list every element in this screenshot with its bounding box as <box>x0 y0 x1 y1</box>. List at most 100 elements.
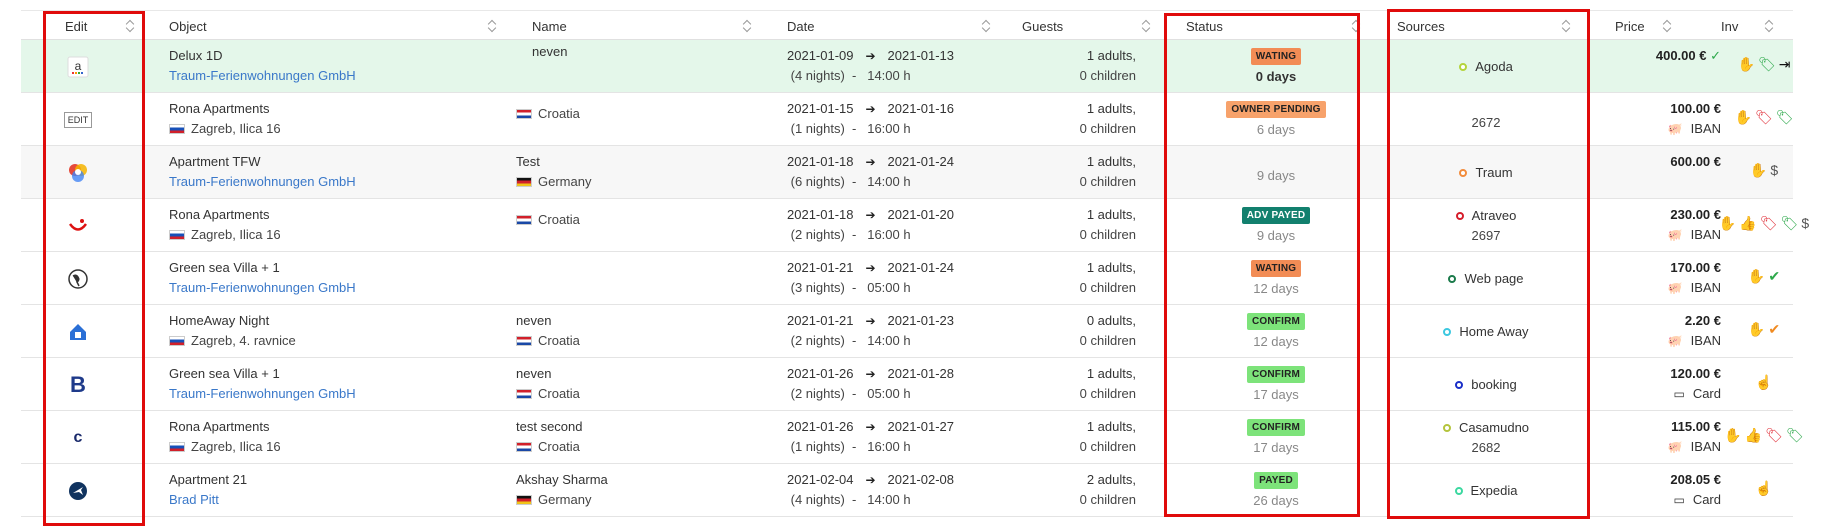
source-label: Web page <box>1464 271 1524 286</box>
object-title[interactable]: Delux 1D <box>169 48 356 63</box>
sort-icon[interactable] <box>1561 19 1571 33</box>
tag-icon[interactable]: 🏷 <box>1765 427 1783 444</box>
hand-icon[interactable]: ✋ <box>1735 109 1752 126</box>
checkin-time: 14:00 h <box>867 333 911 348</box>
hand-icon[interactable]: ✋ <box>1748 321 1765 338</box>
header-date[interactable]: Date <box>787 19 814 34</box>
edit-icon[interactable]: EDIT <box>63 109 93 131</box>
country-label: Croatia <box>538 386 580 401</box>
tag-icon[interactable]: 🏷 <box>1755 109 1773 126</box>
header-sources[interactable]: Sources <box>1397 19 1445 34</box>
amazon-logo-icon[interactable]: a <box>63 56 93 78</box>
table-row[interactable]: EDIT Rona Apartments Zagreb, Ilica 16 Cr… <box>21 93 1794 146</box>
table-row[interactable]: B Green sea Villa + 1 Traum-Ferienwohnun… <box>21 358 1793 411</box>
hand-pointer-icon[interactable]: ☝ <box>1755 480 1772 497</box>
booking-logo-icon[interactable]: B <box>63 372 93 397</box>
owner-link[interactable]: Traum-Ferienwohnungen GmbH <box>169 280 356 295</box>
price-value: 230.00 € <box>1670 207 1721 222</box>
tags-icon[interactable]: 🏷 <box>1781 215 1799 232</box>
object-address: Zagreb, Ilica 16 <box>191 227 281 242</box>
sort-icon[interactable] <box>742 19 752 33</box>
object-title[interactable]: Green sea Villa + 1 <box>169 366 356 381</box>
sign-in-icon[interactable]: ⇥ <box>1779 56 1791 73</box>
owner-link[interactable]: Traum-Ferienwohnungen GmbH <box>169 386 356 401</box>
header-inv[interactable]: Inv <box>1721 19 1738 34</box>
table-row[interactable]: Apartment 21 Brad Pitt Akshay Sharma Ger… <box>21 464 1793 517</box>
checkin-time: 14:00 h <box>867 174 911 189</box>
user-check-icon[interactable]: ✔ <box>1768 268 1780 285</box>
table-row[interactable]: Rona Apartments Zagreb, Ilica 16 Croatia… <box>21 199 1809 252</box>
credit-card-icon: ▭ <box>1673 493 1685 507</box>
tui-logo-icon[interactable] <box>63 215 93 237</box>
owner-link[interactable]: Traum-Ferienwohnungen GmbH <box>169 68 356 83</box>
header-status[interactable]: Status <box>1186 19 1223 34</box>
country-flag-icon <box>516 109 532 119</box>
tags-icon[interactable]: 🏷 <box>1786 427 1804 444</box>
guest-name: test second <box>516 419 583 434</box>
source-label: Agoda <box>1475 59 1513 74</box>
expedia-logo-icon[interactable] <box>63 480 93 502</box>
check-icon: ✓ <box>1710 48 1721 63</box>
tags-icon[interactable]: 🏷 <box>1758 56 1776 73</box>
owner-link[interactable]: Traum-Ferienwohnungen GmbH <box>169 174 356 189</box>
traum-logo-icon[interactable] <box>63 162 93 184</box>
hand-icon[interactable]: ✋ <box>1748 268 1765 285</box>
sort-icon[interactable] <box>125 19 135 33</box>
hand-icon[interactable]: ✋ <box>1719 215 1736 232</box>
object-title[interactable]: Rona Apartments <box>169 101 281 116</box>
header-guests[interactable]: Guests <box>1022 19 1063 34</box>
payment-method: IBAN <box>1690 121 1721 136</box>
adults-count: 1 adults, <box>1086 366 1136 381</box>
checkin-time: 16:00 h <box>867 227 911 242</box>
sort-icon[interactable] <box>981 19 991 33</box>
hand-icon[interactable]: ✋ <box>1738 56 1755 73</box>
casamundo-logo-icon[interactable]: c <box>63 427 93 449</box>
table-row[interactable]: c Rona Apartments Zagreb, Ilica 16 test … <box>21 411 1804 464</box>
nights-count: (4 nights) <box>790 68 845 83</box>
object-title[interactable]: Green sea Villa + 1 <box>169 260 356 275</box>
object-address: Zagreb, Ilica 16 <box>191 439 281 454</box>
inventory-actions: ✋ 🏷 🏷 <box>1721 109 1807 126</box>
object-title[interactable]: HomeAway Night <box>169 313 296 328</box>
country-label: Croatia <box>538 212 580 227</box>
sort-icon[interactable] <box>487 19 497 33</box>
sort-icon[interactable] <box>1141 19 1151 33</box>
globe-icon[interactable] <box>63 268 93 290</box>
money-icon[interactable]: $ <box>1770 162 1778 179</box>
header-object[interactable]: Object <box>169 19 207 34</box>
tags-icon[interactable]: 🏷 <box>1776 109 1794 126</box>
object-title[interactable]: Apartment TFW <box>169 154 356 169</box>
hand-icon[interactable]: ✋ <box>1724 427 1741 444</box>
object-title[interactable]: Rona Apartments <box>169 207 281 222</box>
hand-pointer-icon[interactable]: ☝ <box>1755 374 1772 391</box>
table-row[interactable]: Green sea Villa + 1 Traum-Ferienwohnunge… <box>21 252 1793 305</box>
date-from: 2021-01-15 <box>787 101 854 116</box>
sort-icon[interactable] <box>1764 19 1774 33</box>
money-icon[interactable]: $ <box>1801 215 1809 232</box>
arrow-right-icon: ➔ <box>865 155 876 169</box>
table-row[interactable]: HomeAway Night Zagreb, 4. ravnice neven … <box>21 305 1793 358</box>
header-edit[interactable]: Edit <box>65 19 87 34</box>
user-check-orange-icon[interactable]: ✔ <box>1768 321 1780 338</box>
sort-icon[interactable] <box>1662 19 1672 33</box>
homeaway-logo-icon[interactable] <box>63 321 93 343</box>
header-name[interactable]: Name <box>532 19 567 34</box>
header-price[interactable]: Price <box>1615 19 1645 34</box>
table-row[interactable]: Apartment TFW Traum-Ferienwohnungen GmbH… <box>21 146 1793 199</box>
thumbs-up-icon[interactable]: 👍 <box>1739 215 1756 232</box>
payment-method: IBAN <box>1690 280 1721 295</box>
sort-icon[interactable] <box>1351 19 1361 33</box>
source-id: 2672 <box>1471 114 1501 130</box>
object-title[interactable]: Apartment 21 <box>169 472 247 487</box>
tag-icon[interactable]: 🏷 <box>1760 215 1778 232</box>
source-label: Home Away <box>1459 324 1529 339</box>
object-title[interactable]: Rona Apartments <box>169 419 281 434</box>
table-row[interactable]: a Delux 1D Traum-Ferienwohnungen GmbH ne… <box>21 40 1793 93</box>
status-badge: OWNER PENDING <box>1226 101 1326 118</box>
thumbs-up-icon[interactable]: 👍 <box>1745 427 1762 444</box>
country-label: Germany <box>538 492 592 507</box>
owner-link[interactable]: Brad Pitt <box>169 492 219 507</box>
slovenia-flag-icon <box>169 442 185 452</box>
children-count: 0 children <box>1079 121 1136 136</box>
hand-icon[interactable]: ✋ <box>1750 162 1767 179</box>
